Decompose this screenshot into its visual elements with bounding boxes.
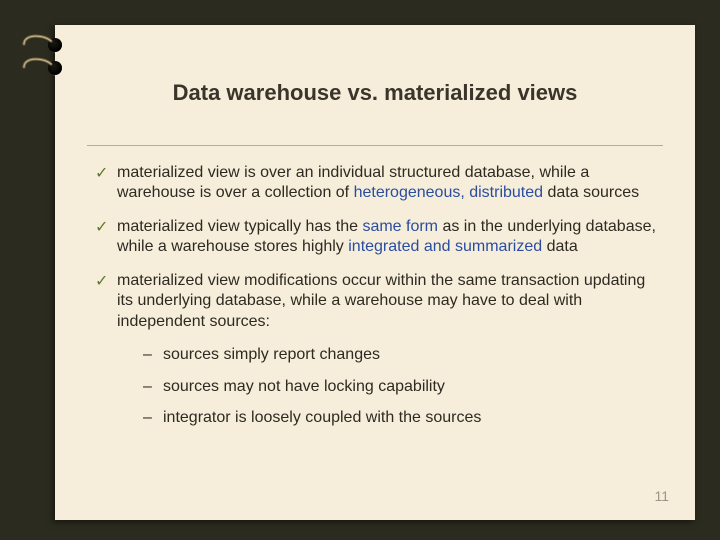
bullet-text: materialized view typically has the same… (117, 217, 659, 258)
sub-bullet-item: – sources simply report changes (143, 345, 659, 365)
check-icon: ✓ (95, 217, 117, 258)
sub-bullet-text: sources simply report changes (163, 345, 380, 365)
sub-bullet-list: – sources simply report changes – source… (143, 345, 659, 428)
bullet-text: materialized view modifications occur wi… (117, 271, 659, 332)
text-seg: data sources (543, 184, 639, 201)
bullet-text: materialized view is over an individual … (117, 163, 659, 204)
check-icon: ✓ (95, 271, 117, 332)
keyword: heterogeneous, distributed (354, 184, 543, 201)
keyword: same form (362, 218, 438, 235)
slide-content: ✓ materialized view is over an individua… (95, 163, 659, 440)
bullet-item: ✓ materialized view typically has the sa… (95, 217, 659, 258)
sub-bullet-item: – integrator is loosely coupled with the… (143, 408, 659, 428)
dash-icon: – (143, 377, 163, 397)
horizontal-rule (87, 145, 663, 146)
sub-bullet-item: – sources may not have locking capabilit… (143, 377, 659, 397)
dash-icon: – (143, 345, 163, 365)
slide-stage: Data warehouse vs. materialized views ✓ … (0, 0, 720, 540)
text-seg: data (542, 238, 578, 255)
page-number: 11 (654, 488, 669, 504)
bullet-item: ✓ materialized view is over an individua… (95, 163, 659, 204)
check-icon: ✓ (95, 163, 117, 204)
bullet-item: ✓ materialized view modifications occur … (95, 271, 659, 332)
slide-paper: Data warehouse vs. materialized views ✓ … (55, 25, 695, 520)
keyword: integrated and summarized (348, 238, 542, 255)
slide-title: Data warehouse vs. materialized views (55, 80, 695, 106)
text-seg: materialized view modifications occur wi… (117, 272, 645, 330)
dash-icon: – (143, 408, 163, 428)
binding-hole-icon (48, 38, 62, 52)
sub-bullet-text: integrator is loosely coupled with the s… (163, 408, 481, 428)
sub-bullet-text: sources may not have locking capability (163, 377, 445, 397)
binding-hole-icon (48, 61, 62, 75)
text-seg: materialized view typically has the (117, 218, 362, 235)
